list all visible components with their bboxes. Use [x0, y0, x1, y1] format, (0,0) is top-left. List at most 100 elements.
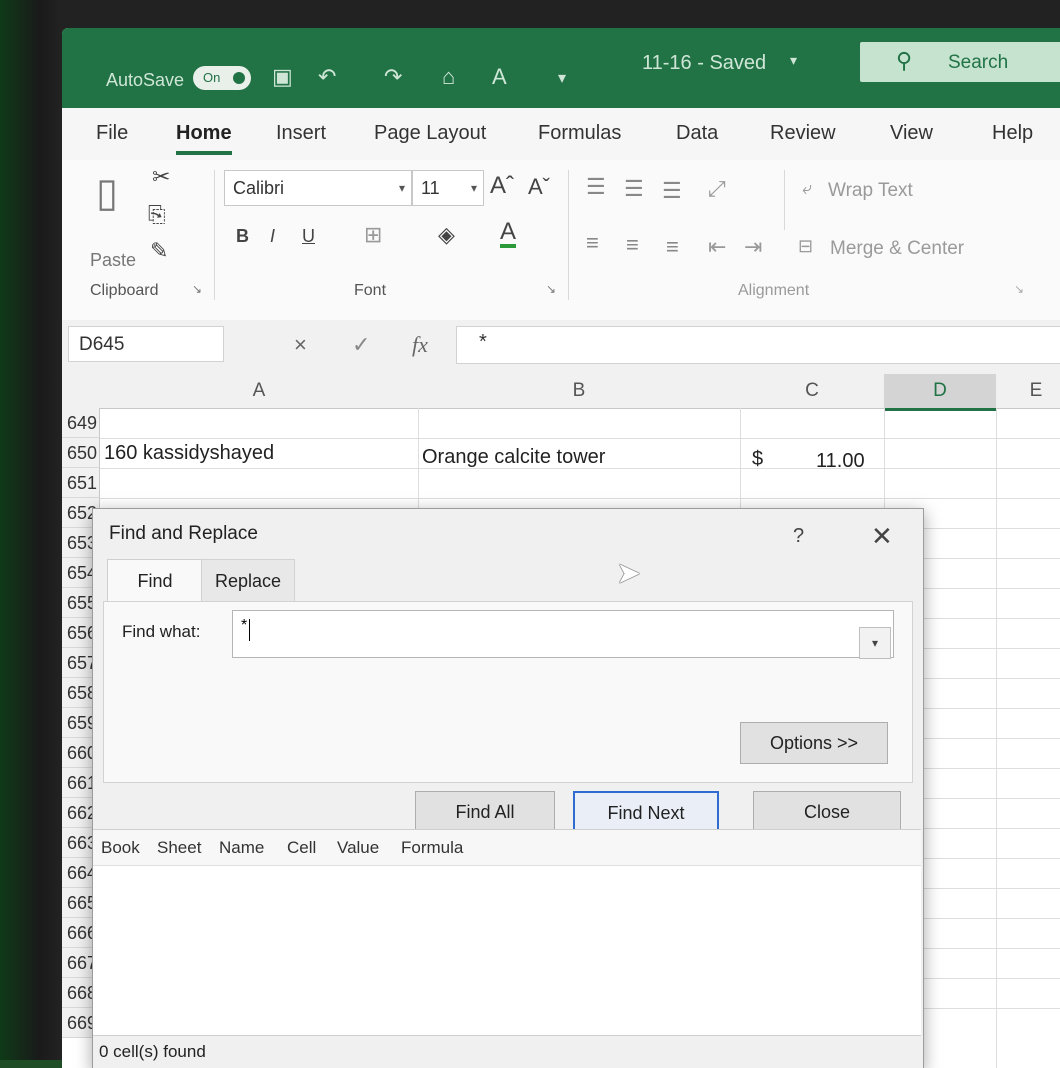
chevron-down-icon[interactable]: ▾ [790, 52, 797, 69]
open-icon[interactable]: ⌂ [442, 64, 455, 90]
tab-view[interactable]: View [890, 122, 933, 145]
paste-icon[interactable]: ▯ [96, 170, 118, 216]
save-icon[interactable]: ▣ [272, 64, 293, 90]
merge-center-button[interactable]: Merge & Center [830, 238, 964, 260]
row-header[interactable]: 651 [62, 468, 100, 498]
undo-icon[interactable]: ↶ [318, 64, 336, 90]
cancel-icon[interactable]: × [294, 332, 307, 358]
column-header-b[interactable]: B [418, 374, 741, 409]
tab-help[interactable]: Help [992, 122, 1033, 145]
decrease-font-icon[interactable]: Aˇ [528, 174, 550, 200]
column-header-a[interactable]: A [100, 374, 419, 409]
find-what-value: * [241, 617, 248, 634]
customize-qa-icon[interactable]: ▾ [558, 68, 566, 88]
gridline [100, 438, 1060, 439]
font-size-select[interactable]: 11 ▾ [412, 170, 484, 206]
decrease-indent-icon[interactable]: ⇤ [708, 234, 726, 260]
row-header[interactable]: 649 [62, 408, 100, 438]
results-list[interactable] [93, 865, 921, 1036]
column-header-c[interactable]: C [740, 374, 885, 409]
align-bottom-icon[interactable]: ☰ [662, 178, 682, 204]
close-icon[interactable]: ✕ [871, 521, 893, 552]
align-right-icon[interactable]: ≡ [666, 234, 679, 260]
align-center-icon[interactable]: ≡ [626, 232, 639, 258]
tab-review[interactable]: Review [770, 122, 836, 145]
status-bar: 0 cell(s) found [93, 1035, 921, 1068]
dialog-launcher-icon[interactable]: ↘ [192, 282, 202, 296]
cell-c650-currency[interactable]: $ [752, 448, 763, 471]
align-top-icon[interactable]: ☰ [586, 174, 606, 200]
find-all-button[interactable]: Find All [415, 791, 555, 833]
tab-data[interactable]: Data [676, 122, 718, 145]
text-caret [249, 619, 250, 641]
align-middle-icon[interactable]: ☰ [624, 176, 644, 202]
results-col-book[interactable]: Book [101, 838, 140, 858]
row-header[interactable]: 650 [62, 438, 100, 468]
font-color-qa-icon[interactable]: A [492, 64, 507, 90]
cut-icon[interactable]: ✂ [152, 164, 170, 190]
font-group-label: Font [354, 282, 387, 299]
tab-replace[interactable]: Replace [201, 559, 295, 603]
gridline [100, 498, 1060, 499]
mouse-pointer-icon: ➤ [616, 557, 642, 590]
cell-a650[interactable]: 160 kassidyshayed [104, 442, 274, 465]
underline-button[interactable]: U [302, 226, 315, 247]
dialog-launcher-icon[interactable]: ↘ [546, 282, 556, 296]
borders-icon[interactable]: ⊞ [364, 222, 382, 248]
tab-find[interactable]: Find [107, 559, 203, 602]
close-button[interactable]: Close [753, 791, 901, 833]
format-painter-icon[interactable]: ✎ [150, 238, 168, 264]
results-col-sheet[interactable]: Sheet [157, 838, 201, 858]
options-button[interactable]: Options >> [740, 722, 888, 764]
dialog-launcher-icon[interactable]: ↘ [1014, 282, 1024, 296]
bold-button[interactable]: B [236, 226, 249, 247]
divider [214, 170, 215, 300]
column-header-e[interactable]: E [996, 374, 1060, 409]
tab-replace-label: Replace [214, 571, 282, 591]
font-color-button[interactable]: A [500, 220, 517, 248]
cell-b650[interactable]: Orange calcite tower [422, 446, 605, 469]
name-box[interactable]: D645 [68, 326, 224, 362]
status-text: 0 cell(s) found [99, 1042, 206, 1061]
results-col-cell[interactable]: Cell [287, 838, 316, 858]
select-all-corner[interactable] [62, 374, 101, 409]
formula-input[interactable]: * [456, 326, 1060, 364]
tab-page-layout[interactable]: Page Layout [374, 122, 486, 145]
wrap-text-button[interactable]: Wrap Text [828, 180, 913, 202]
tab-file[interactable]: File [96, 122, 128, 145]
paste-label[interactable]: Paste [90, 250, 136, 271]
font-family-select[interactable]: Calibri ▾ [224, 170, 412, 206]
copy-icon[interactable]: ⎘ [148, 202, 166, 228]
tab-formulas[interactable]: Formulas [538, 122, 621, 145]
search-box[interactable]: ⚲ Search [860, 42, 1060, 82]
ribbon: ▯ Paste ✂ ⎘ ✎ Clipboard ↘ Calibri ▾ 11 ▾… [62, 160, 1060, 321]
find-replace-dialog: Find and Replace ? ✕ Find Replace Find w… [92, 508, 924, 1068]
redo-icon[interactable]: ↷ [384, 64, 402, 90]
document-title[interactable]: 11-16 - Saved [642, 52, 766, 75]
help-button[interactable]: ? [793, 525, 804, 548]
results-header: Book Sheet Name Cell Value Formula [93, 829, 921, 866]
chevron-down-icon[interactable]: ▾ [859, 627, 891, 659]
find-what-input[interactable]: * ▾ [232, 610, 894, 659]
formula-bar: D645 × ✓ fx * [62, 320, 1060, 374]
italic-button[interactable]: I [270, 226, 275, 247]
insert-function-icon[interactable]: fx [412, 332, 428, 358]
enter-icon[interactable]: ✓ [352, 332, 370, 358]
align-left-icon[interactable]: ≡ [586, 230, 599, 256]
autosave-state: On [203, 70, 221, 85]
results-col-value[interactable]: Value [337, 838, 379, 858]
results-col-name[interactable]: Name [219, 838, 264, 858]
increase-font-icon[interactable]: Aˆ [490, 172, 514, 200]
wrap-text-icon: ⤶ [802, 178, 813, 198]
results-col-formula[interactable]: Formula [401, 838, 463, 858]
column-header-d[interactable]: D [884, 374, 997, 411]
tab-insert[interactable]: Insert [276, 122, 326, 145]
cell-c650-value[interactable]: 11.00 [816, 450, 865, 473]
fill-color-icon[interactable]: ◈ [438, 222, 455, 248]
autosave-toggle[interactable]: On [193, 66, 251, 90]
orientation-icon[interactable]: ⤢ [708, 176, 726, 202]
clipboard-group-label: Clipboard [90, 282, 159, 299]
formula-content: * [479, 331, 487, 353]
increase-indent-icon[interactable]: ⇥ [744, 234, 762, 260]
tab-home[interactable]: Home [176, 122, 232, 155]
